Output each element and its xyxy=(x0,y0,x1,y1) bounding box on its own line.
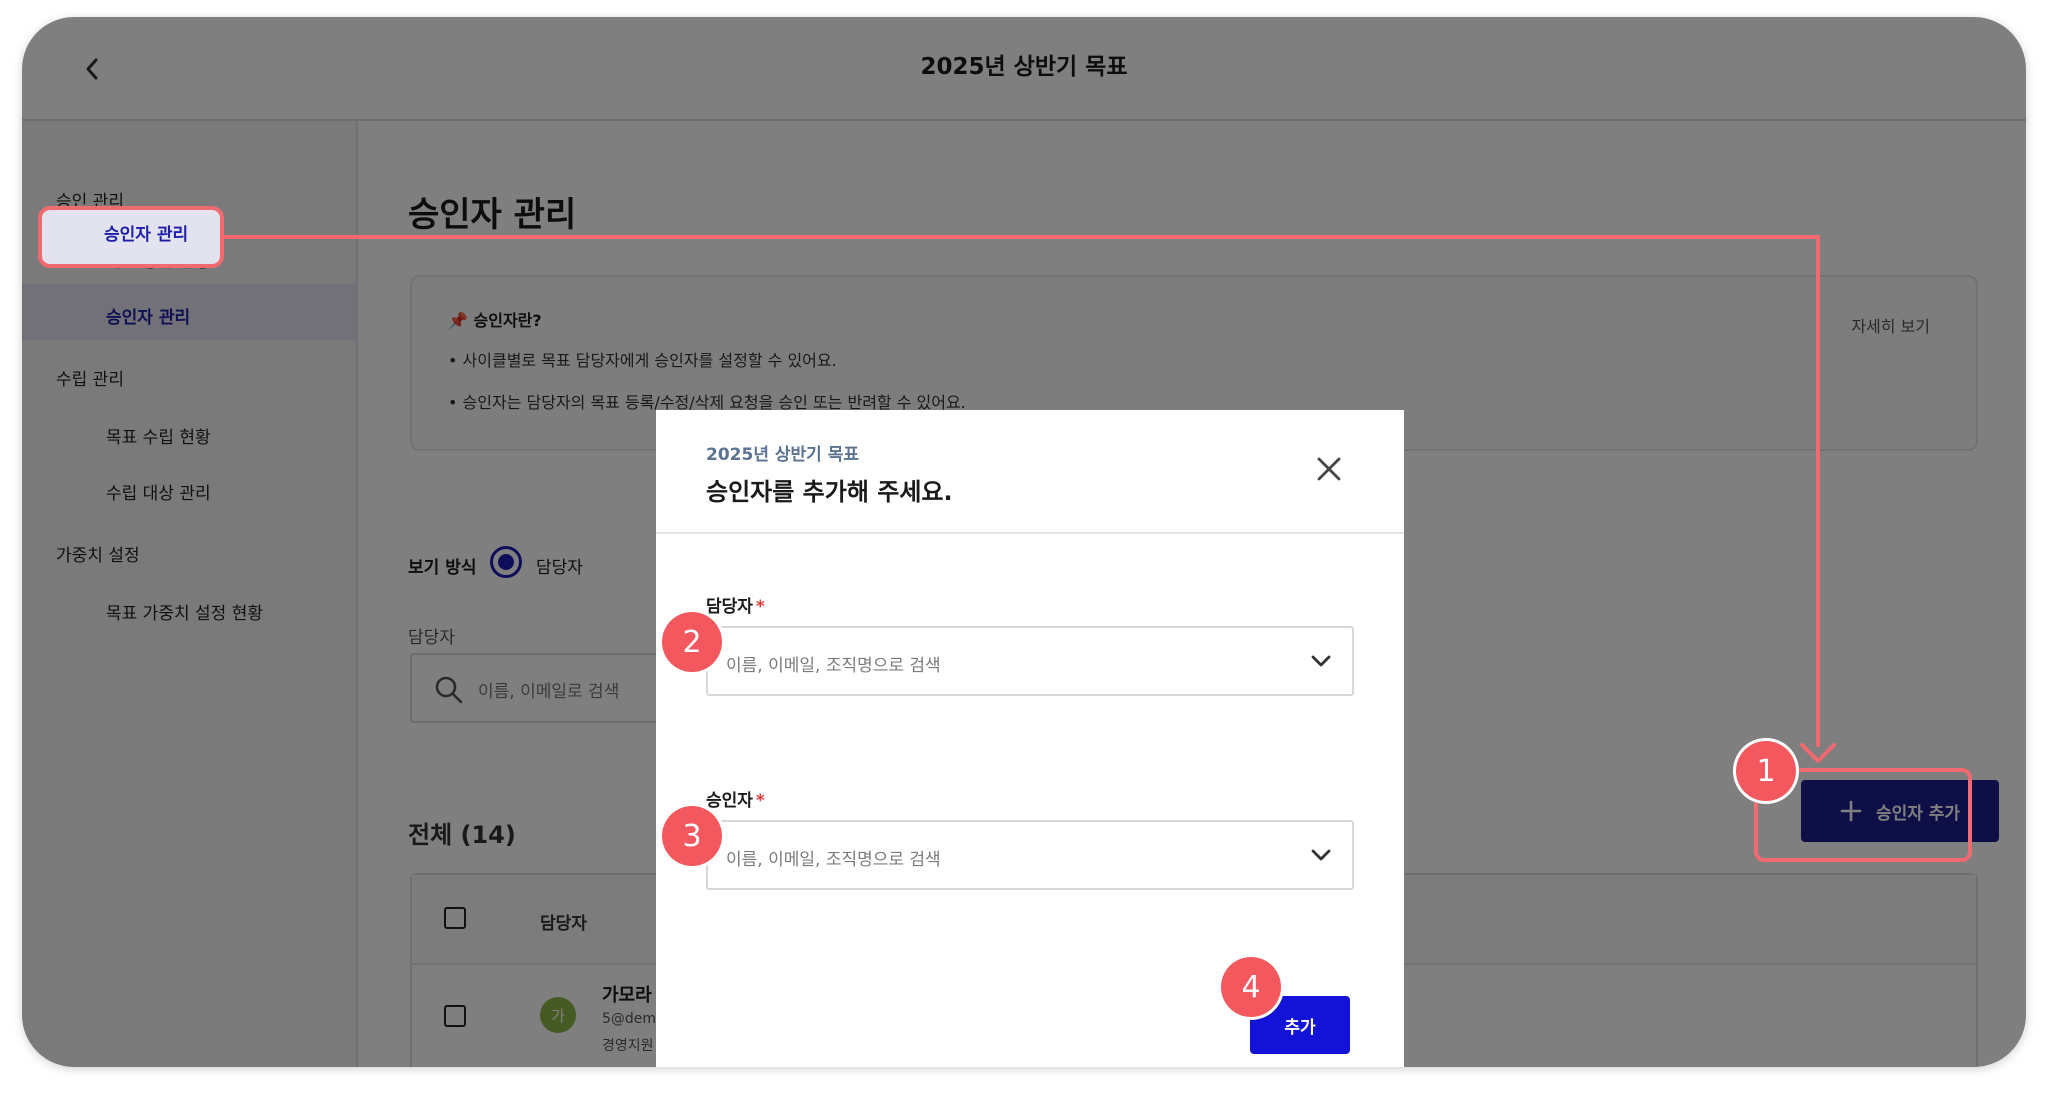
chevron-down-icon xyxy=(1311,849,1331,861)
annotation-arrow-icon xyxy=(1800,743,1836,763)
add-approver-modal: 2025년 상반기 목표 승인자를 추가해 주세요. 담당자 * 이름, 이메일,… xyxy=(656,410,1404,1067)
modal-subtitle: 2025년 상반기 목표 xyxy=(706,445,859,465)
approver-field-label: 승인자 * xyxy=(706,791,765,811)
modal-title: 승인자를 추가해 주세요. xyxy=(706,478,953,506)
step-badge-3: 3 xyxy=(662,806,722,866)
chevron-down-icon xyxy=(1311,655,1331,667)
annotation-connector-vertical xyxy=(1816,235,1820,747)
owner-select[interactable]: 이름, 이메일, 조직명으로 검색 xyxy=(706,626,1354,696)
owner-field-label: 담당자 * xyxy=(706,597,765,617)
highlight-sidebar-item-label: 승인자 관리 xyxy=(104,225,189,245)
annotation-connector-horizontal xyxy=(224,235,1818,239)
approver-select[interactable]: 이름, 이메일, 조직명으로 검색 xyxy=(706,820,1354,890)
close-icon[interactable] xyxy=(1314,454,1344,484)
modal-header: 2025년 상반기 목표 승인자를 추가해 주세요. xyxy=(656,410,1404,534)
app-window: 2025년 상반기 목표 승인 관리 목표 승인 현황 승인자 관리 수립 관리… xyxy=(22,17,2026,1067)
step-badge-1: 1 xyxy=(1736,741,1796,801)
approver-select-placeholder: 이름, 이메일, 조직명으로 검색 xyxy=(726,850,941,870)
owner-select-placeholder: 이름, 이메일, 조직명으로 검색 xyxy=(726,656,941,676)
step-badge-2: 2 xyxy=(662,612,722,672)
step-badge-4: 4 xyxy=(1221,957,1281,1017)
